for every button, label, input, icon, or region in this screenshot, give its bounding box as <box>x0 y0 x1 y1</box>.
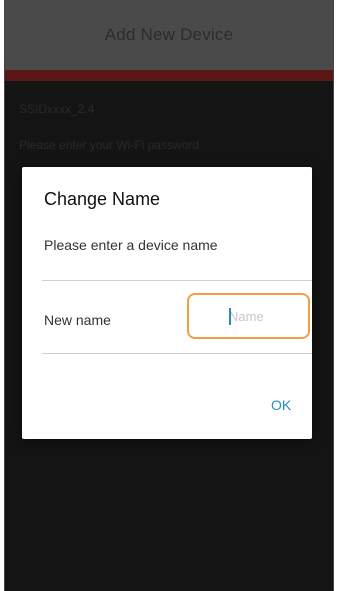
name-input[interactable] <box>187 293 310 339</box>
change-name-dialog: Change Name Please enter a device name N… <box>22 167 312 439</box>
header-title: Add New Device <box>104 25 234 44</box>
app-screen: Add New Device SSIDxxxx_2.4 Please enter… <box>4 0 334 591</box>
dialog-title: Change Name <box>44 189 161 209</box>
divider <box>42 353 312 354</box>
header-accent-bar <box>5 70 333 81</box>
dialog-message: Please enter a device name <box>44 237 218 253</box>
app-header: Add New Device <box>5 0 333 70</box>
text-cursor <box>229 308 231 325</box>
new-name-label: New name <box>44 312 111 328</box>
ssid-label: SSIDxxxx_2.4 <box>19 102 95 116</box>
divider <box>42 280 312 281</box>
ok-button[interactable]: OK <box>265 393 297 417</box>
password-hint: Please enter your Wi-Fi password <box>19 138 200 152</box>
